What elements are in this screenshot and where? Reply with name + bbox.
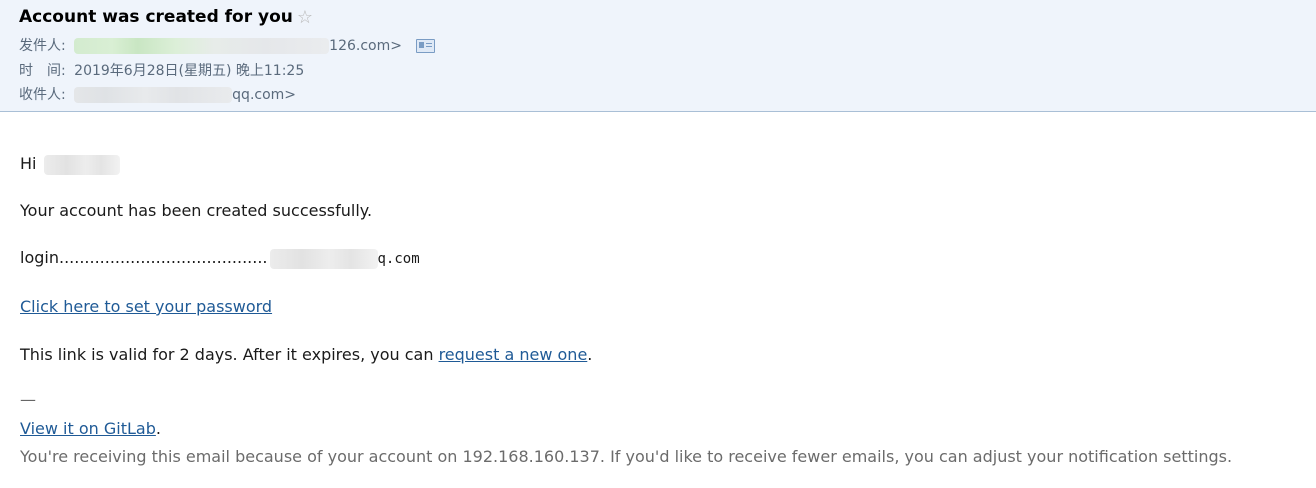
gitlab-period: . [155,419,161,438]
star-icon[interactable]: ☆ [297,7,313,28]
footer-note: You're receiving this email because of y… [20,447,1233,466]
to-row: 收件人: qq.com> [19,85,296,105]
time-label: 时 间: [19,63,66,79]
to-label: 收件人: [19,87,66,103]
greeting: Hi [20,154,37,173]
from-suffix[interactable]: 126.com> [329,38,402,54]
time-row: 时 间: 2019年6月28日(星期五) 晚上11:25 [19,61,304,81]
name-redacted [43,154,120,175]
sender-redacted [74,38,330,54]
login-suffix: q.com [377,251,420,267]
from-row: 发件人: 126.com> [19,36,436,56]
account-created-text: Your account has been created successful… [20,201,373,220]
recipient-redacted [74,87,233,103]
subject-text: Account was created for you [19,7,293,27]
login-redacted [269,248,378,269]
greeting-line: Hi [20,154,120,175]
login-line: login...................................… [20,248,420,269]
gitlab-line: View it on GitLab. [20,419,161,439]
email-header: Account was created for you ☆ 发件人: 126.co… [0,0,1316,112]
view-on-gitlab-link[interactable]: View it on GitLab [20,419,156,438]
separator: — [20,390,36,409]
valid-line: This link is valid for 2 days. After it … [20,345,592,365]
email-subject: Account was created for you ☆ [19,7,313,28]
contact-card-icon[interactable] [416,39,436,53]
valid-period: . [587,345,593,364]
set-password-link[interactable]: Click here to set your password [20,297,272,316]
login-label: login...................................… [20,248,268,267]
from-label: 发件人: [19,38,66,54]
request-new-link[interactable]: request a new one [439,345,588,364]
time-value: 2019年6月28日(星期五) 晚上11:25 [74,63,305,79]
valid-text: This link is valid for 2 days. After it … [20,345,439,364]
to-suffix[interactable]: qq.com> [232,87,296,103]
set-password-line: Click here to set your password [20,297,272,317]
